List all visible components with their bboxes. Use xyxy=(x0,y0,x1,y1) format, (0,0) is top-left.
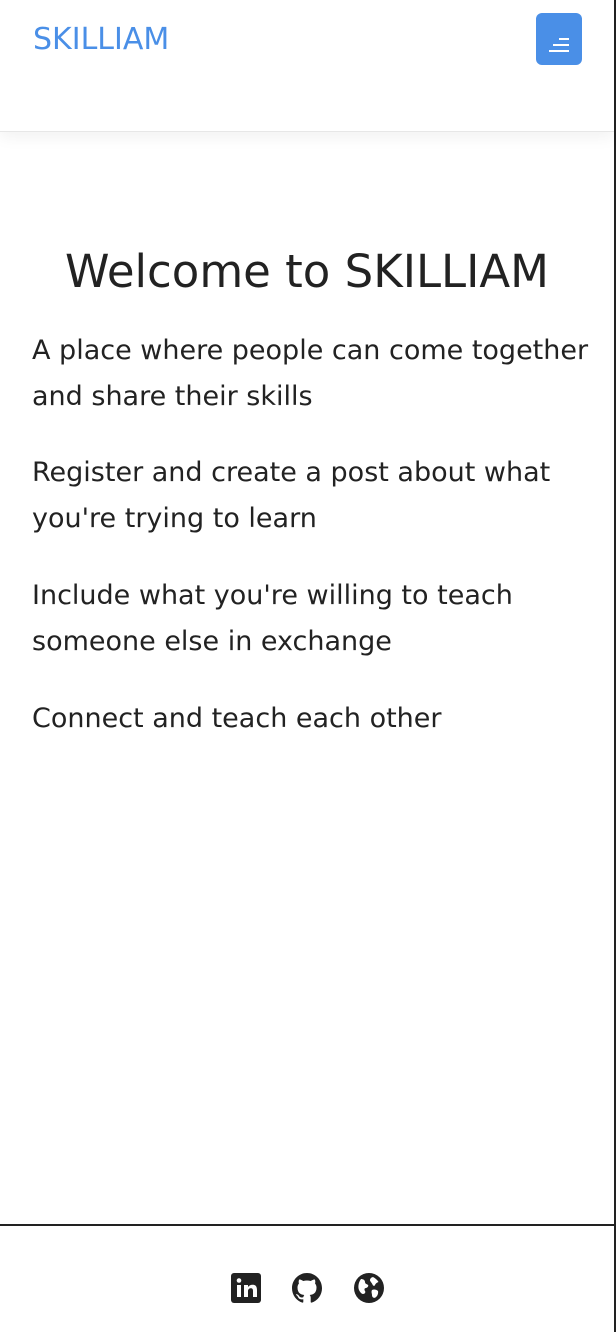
brand-link[interactable]: SKILLIAM xyxy=(33,20,169,60)
github-link[interactable] xyxy=(291,1272,323,1304)
page: SKILLIAM Welcome to SKILLIAM A place whe… xyxy=(0,0,616,1332)
intro-paragraph-3: Include what you're willing to teach som… xyxy=(32,580,513,657)
intro-paragraph-4: Connect and teach each other xyxy=(32,703,442,734)
menu-line-top xyxy=(559,38,569,40)
menu-line-bottom xyxy=(549,50,569,52)
hamburger-menu-icon xyxy=(549,38,569,53)
website-link[interactable] xyxy=(353,1272,385,1304)
navbar: SKILLIAM xyxy=(0,0,614,132)
intro-paragraph-1: A place where people can come together a… xyxy=(32,335,589,412)
linkedin-link[interactable] xyxy=(230,1272,262,1304)
footer xyxy=(0,1224,614,1332)
page-title: Welcome to SKILLIAM xyxy=(65,245,549,298)
globe-icon xyxy=(353,1272,385,1304)
github-icon xyxy=(291,1272,323,1304)
linkedin-icon xyxy=(230,1272,262,1304)
intro-paragraph-2: Register and create a post about what yo… xyxy=(32,457,551,534)
menu-line-middle xyxy=(553,44,569,46)
menu-toggle-button[interactable] xyxy=(536,13,582,65)
